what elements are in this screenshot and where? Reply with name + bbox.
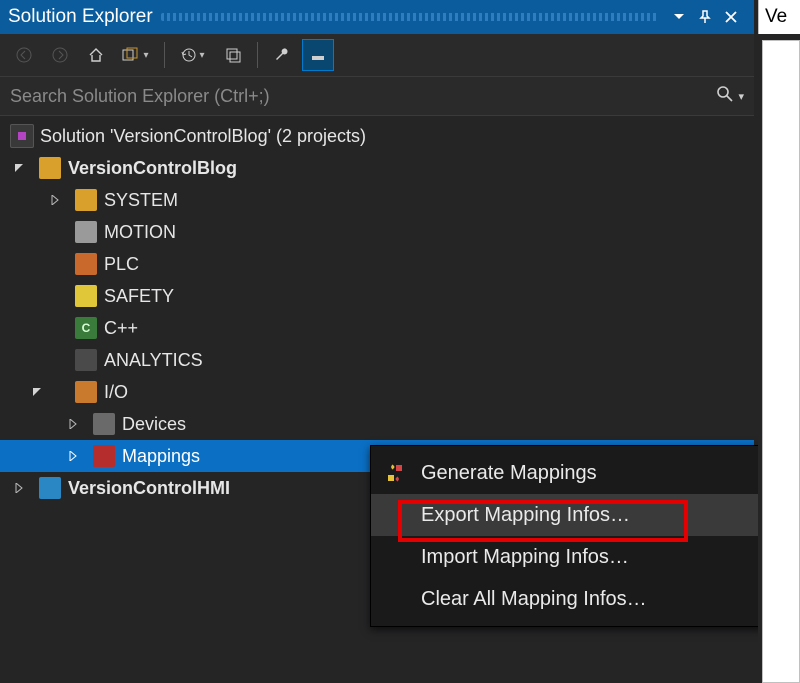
tree-label: VersionControlBlog [68,158,237,179]
right-panel-stub: Ve [758,0,800,683]
tree-node-motion[interactable]: MOTION [0,216,754,248]
panel-title: Solution Explorer [8,6,153,28]
devices-icon [93,413,115,435]
project-icon [39,157,61,179]
history-icon[interactable]: ▾ [173,39,213,71]
expander-open-icon[interactable] [28,387,46,397]
tree-project-1[interactable]: VersionControlBlog [0,152,754,184]
tree-node-cpp[interactable]: C C++ [0,312,754,344]
forward-icon[interactable] [44,39,76,71]
right-panel-body [762,40,800,683]
expander-closed-icon[interactable] [64,419,82,429]
menu-label: Generate Mappings [421,462,597,485]
tree-node-system[interactable]: SYSTEM [0,184,754,216]
toolbar-separator [164,42,165,68]
tree-label: C++ [104,318,138,339]
tree-label: SYSTEM [104,190,178,211]
expander-closed-icon[interactable] [64,451,82,461]
panel-titlebar[interactable]: Solution Explorer [0,0,754,34]
back-icon[interactable] [8,39,40,71]
home-icon[interactable] [80,39,112,71]
menu-label: Import Mapping Infos… [421,546,629,569]
pin-icon[interactable] [692,4,718,30]
tree-label: ANALYTICS [104,350,203,371]
cpp-icon: C [75,317,97,339]
hmi-icon [39,477,61,499]
menu-label: Clear All Mapping Infos… [421,588,647,611]
menu-export-mapping-infos[interactable]: Export Mapping Infos… [371,494,800,536]
menu-label: Export Mapping Infos… [421,504,630,527]
tree-label: SAFETY [104,286,174,307]
search-options-icon[interactable]: ▾ [738,90,744,103]
tree-label: PLC [104,254,139,275]
tree-label: Devices [122,414,186,435]
properties-icon[interactable] [266,39,298,71]
tree-node-analytics[interactable]: ANALYTICS [0,344,754,376]
tree-node-devices[interactable]: Devices [0,408,754,440]
mappings-icon [93,445,115,467]
menu-generate-mappings[interactable]: Generate Mappings [371,452,800,494]
show-all-icon[interactable] [217,39,249,71]
io-icon [75,381,97,403]
safety-icon [75,285,97,307]
tree-label: Solution 'VersionControlBlog' (2 project… [40,126,366,147]
expander-closed-icon[interactable] [46,195,64,205]
tree-label: I/O [104,382,128,403]
search-bar[interactable]: Search Solution Explorer (Ctrl+;) ▾ [0,76,754,116]
expander-open-icon[interactable] [10,163,28,173]
preview-toggle-icon[interactable] [302,39,334,71]
plc-icon [75,253,97,275]
right-tab-label: Ve [765,6,787,28]
search-input[interactable]: Search Solution Explorer (Ctrl+;) [10,86,716,107]
tree-label: MOTION [104,222,176,243]
tree-node-plc[interactable]: PLC [0,248,754,280]
tree-node-safety[interactable]: SAFETY [0,280,754,312]
motion-icon [75,221,97,243]
toolbar-separator [257,42,258,68]
solution-icon [10,124,34,148]
tree-label: Mappings [122,446,200,467]
menu-clear-all-mapping-infos[interactable]: Clear All Mapping Infos… [371,578,800,620]
context-menu: Generate Mappings Export Mapping Infos… … [370,445,800,627]
system-icon [75,189,97,211]
panel-toolbar: ▾ ▾ [0,34,754,76]
right-tab[interactable]: Ve [758,0,800,34]
sync-view-icon[interactable]: ▾ [116,39,156,71]
close-icon[interactable] [718,4,744,30]
expander-closed-icon[interactable] [10,483,28,493]
panel-grip[interactable] [161,13,658,21]
tree-label: VersionControlHMI [68,478,230,499]
search-icon[interactable] [716,85,734,108]
analytics-icon [75,349,97,371]
tree-solution[interactable]: Solution 'VersionControlBlog' (2 project… [0,120,754,152]
window-options-icon[interactable] [666,4,692,30]
tree-node-io[interactable]: I/O [0,376,754,408]
generate-mappings-icon [379,463,411,483]
menu-import-mapping-infos[interactable]: Import Mapping Infos… [371,536,800,578]
